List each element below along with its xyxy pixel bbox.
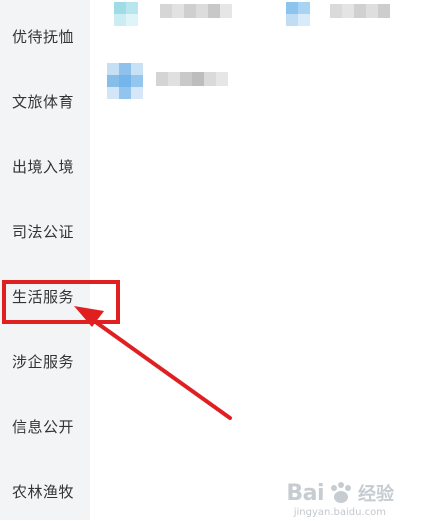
service-label-blurred <box>160 4 232 18</box>
service-icon <box>108 0 146 30</box>
baidu-jingyan-watermark: Bai 经验 <box>286 480 394 506</box>
service-item-1[interactable] <box>108 0 232 30</box>
sidebar-item-wenlv-tiyu[interactable]: 文旅体育 <box>0 71 90 131</box>
sidebar-item-chujing-rujing[interactable]: 出境入境 <box>0 136 90 196</box>
watermark-url: jingyan.baidu.com <box>293 507 386 518</box>
service-item-3[interactable] <box>104 60 228 99</box>
watermark-logo: Bai <box>286 480 324 506</box>
sidebar-item-nonglin-yumu[interactable]: 农林渔牧 <box>0 461 90 521</box>
service-icon <box>104 60 143 99</box>
sidebar-item-label: 出境入境 <box>12 157 75 176</box>
sidebar-item-label: 涉企服务 <box>12 352 75 371</box>
service-label-blurred <box>156 72 228 86</box>
service-content-panel <box>90 0 422 520</box>
service-label-blurred <box>330 4 390 18</box>
category-sidebar: 优待抚恤 文旅体育 出境入境 司法公证 生活服务 涉企服务 信息公开 农林渔牧 <box>0 0 90 520</box>
sidebar-item-label: 信息公开 <box>12 417 75 436</box>
sidebar-item-label: 农林渔牧 <box>12 482 75 501</box>
sidebar-item-xinxi-gongkai[interactable]: 信息公开 <box>0 396 90 456</box>
sidebar-item-label: 优待抚恤 <box>12 27 75 46</box>
paw-icon <box>331 482 351 503</box>
service-icon <box>278 0 316 30</box>
watermark-suffix: 经验 <box>358 484 394 505</box>
sidebar-item-sheqi-fuwu[interactable]: 涉企服务 <box>0 331 90 391</box>
service-item-2[interactable] <box>278 0 390 30</box>
sidebar-item-label: 司法公证 <box>12 222 75 241</box>
sidebar-item-label: 文旅体育 <box>12 92 75 111</box>
sidebar-item-youdai-fuxu[interactable]: 优待抚恤 <box>0 6 90 66</box>
highlight-box <box>2 280 120 324</box>
sidebar-item-sifa-gongzheng[interactable]: 司法公证 <box>0 201 90 261</box>
